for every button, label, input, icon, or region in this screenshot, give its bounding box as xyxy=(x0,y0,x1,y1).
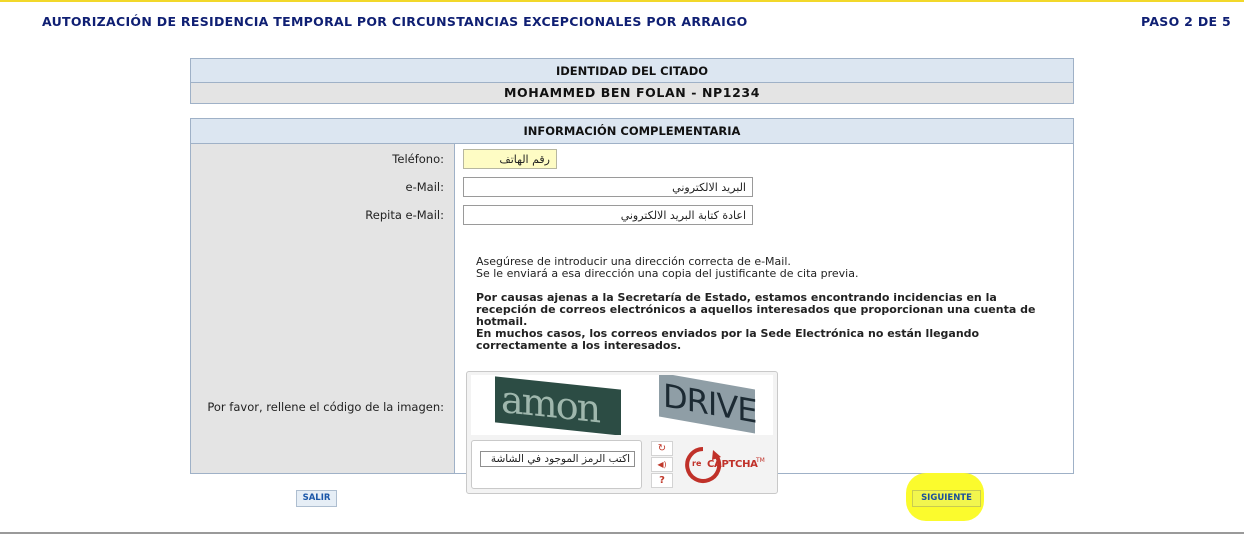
email-field[interactable] xyxy=(463,177,753,197)
info-body: Teléfono: e-Mail: Repita e-Mail: Por fav… xyxy=(191,144,1073,494)
page-title: AUTORIZACIÓN DE RESIDENCIA TEMPORAL POR … xyxy=(42,14,748,29)
label-column: Teléfono: e-Mail: Repita e-Mail: Por fav… xyxy=(191,144,455,473)
next-button[interactable]: SIGUIENTE xyxy=(912,490,981,507)
captcha-input[interactable] xyxy=(480,451,635,467)
identity-heading: IDENTIDAD DEL CITADO xyxy=(191,59,1073,83)
refresh-icon[interactable]: ↻ xyxy=(651,441,673,456)
exit-button[interactable]: SALIR xyxy=(296,490,337,507)
captcha-label: Por favor, rellene el código de la image… xyxy=(207,400,444,414)
recaptcha-trademark: TM xyxy=(756,457,765,464)
phone-label: Teléfono: xyxy=(392,152,444,166)
phone-field[interactable] xyxy=(463,149,557,169)
top-accent-line xyxy=(0,0,1244,2)
warning-line: correctamente a los interesados. xyxy=(476,339,682,352)
audio-icon[interactable]: ◀) xyxy=(651,457,673,472)
info-heading: INFORMACIÓN COMPLEMENTARIA xyxy=(191,119,1073,144)
citizen-name: MOHAMMED BEN FOLAN - NP1234 xyxy=(191,83,1073,103)
note-line: Se le enviará a esa dirección una copia … xyxy=(476,267,859,280)
captcha-input-container xyxy=(471,440,642,489)
email-notes: Asegúrese de introducir una dirección co… xyxy=(476,256,1056,352)
step-indicator: PASO 2 DE 5 xyxy=(1141,14,1231,29)
warning-line: recepción de correos electrónicos a aque… xyxy=(476,303,1036,316)
recaptcha-brand: CAPTCHA xyxy=(707,459,758,470)
email-repeat-label: Repita e-Mail: xyxy=(365,208,444,222)
page-header: AUTORIZACIÓN DE RESIDENCIA TEMPORAL POR … xyxy=(0,14,1244,32)
email-repeat-field[interactable] xyxy=(463,205,753,225)
identity-panel: IDENTIDAD DEL CITADO MOHAMMED BEN FOLAN … xyxy=(190,58,1074,104)
email-label: e-Mail: xyxy=(405,180,444,194)
captcha-word-2: DRIVE xyxy=(659,375,756,434)
complementary-info-panel: INFORMACIÓN COMPLEMENTARIA Teléfono: e-M… xyxy=(190,118,1074,494)
recaptcha-prefix: re xyxy=(692,459,702,468)
captcha-image: amon DRIVE xyxy=(471,375,773,435)
captcha-word-1: amon xyxy=(495,376,621,435)
recaptcha-widget: amon DRIVE ↻ ◀) ? re CAPTCHA TM xyxy=(466,371,778,494)
help-icon[interactable]: ? xyxy=(651,473,673,488)
